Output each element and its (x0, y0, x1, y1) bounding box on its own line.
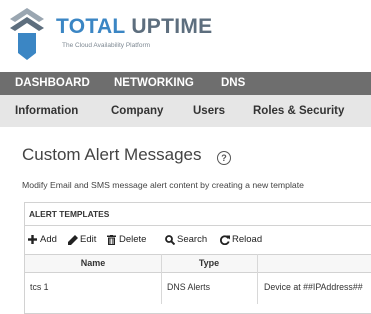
column-header-type[interactable]: Type (161, 255, 257, 272)
brand-name-part1: TOTAL (56, 15, 126, 38)
delete-button[interactable]: Delete (107, 233, 157, 247)
alert-templates-panel: ALERT TEMPLATES Add Edit Delete Search R… (24, 202, 371, 314)
nav-networking[interactable]: NETWORKING (114, 72, 194, 95)
header: TOTAL UPTIME The Cloud Availability Plat… (0, 0, 371, 72)
nav-dns[interactable]: DNS (221, 72, 245, 95)
nav-dashboard[interactable]: DASHBOARD (15, 72, 90, 95)
secondary-nav: Information Company Users Roles & Securi… (0, 95, 371, 127)
magnifier-icon (165, 235, 175, 245)
help-icon[interactable]: ? (217, 151, 231, 165)
pencil-icon (68, 235, 78, 245)
panel-divider (25, 225, 371, 226)
tab-roles-security[interactable]: Roles & Security (253, 95, 344, 127)
page-title: Custom Alert Messages (22, 145, 202, 164)
brand-name: TOTAL UPTIME (56, 15, 212, 39)
cell-type: DNS Alerts (167, 282, 211, 292)
panel-title: ALERT TEMPLATES (29, 209, 110, 219)
reload-label: Reload (232, 234, 263, 245)
brand-name-part2: UPTIME (131, 15, 213, 38)
column-header-name[interactable]: Name (25, 255, 161, 272)
plus-icon (28, 235, 37, 244)
cell-content: Device at ##IPAddress## (264, 282, 363, 292)
search-button[interactable]: Search (165, 233, 215, 247)
total-uptime-logo-icon[interactable] (10, 8, 44, 60)
add-label: Add (40, 234, 57, 245)
brand-tagline: The Cloud Availability Platform (62, 42, 151, 49)
delete-label: Delete (119, 234, 147, 245)
column-header-content[interactable] (257, 255, 371, 272)
add-button[interactable]: Add (28, 233, 64, 247)
primary-nav: DASHBOARD NETWORKING DNS (0, 72, 371, 95)
tab-users[interactable]: Users (193, 95, 225, 127)
search-label: Search (177, 234, 208, 245)
edit-button[interactable]: Edit (68, 233, 104, 247)
edit-label: Edit (80, 234, 97, 245)
reload-button[interactable]: Reload (220, 233, 270, 247)
refresh-icon (220, 235, 230, 245)
tab-company[interactable]: Company (111, 95, 163, 127)
page-description: Modify Email and SMS message alert conte… (22, 180, 305, 190)
table-row[interactable]: tcs 1 DNS Alerts Device at ##IPAddress## (25, 277, 371, 297)
tab-information[interactable]: Information (15, 95, 78, 127)
cell-name: tcs 1 (30, 282, 49, 292)
table-header: Name Type (25, 254, 371, 273)
trash-icon (107, 235, 116, 245)
